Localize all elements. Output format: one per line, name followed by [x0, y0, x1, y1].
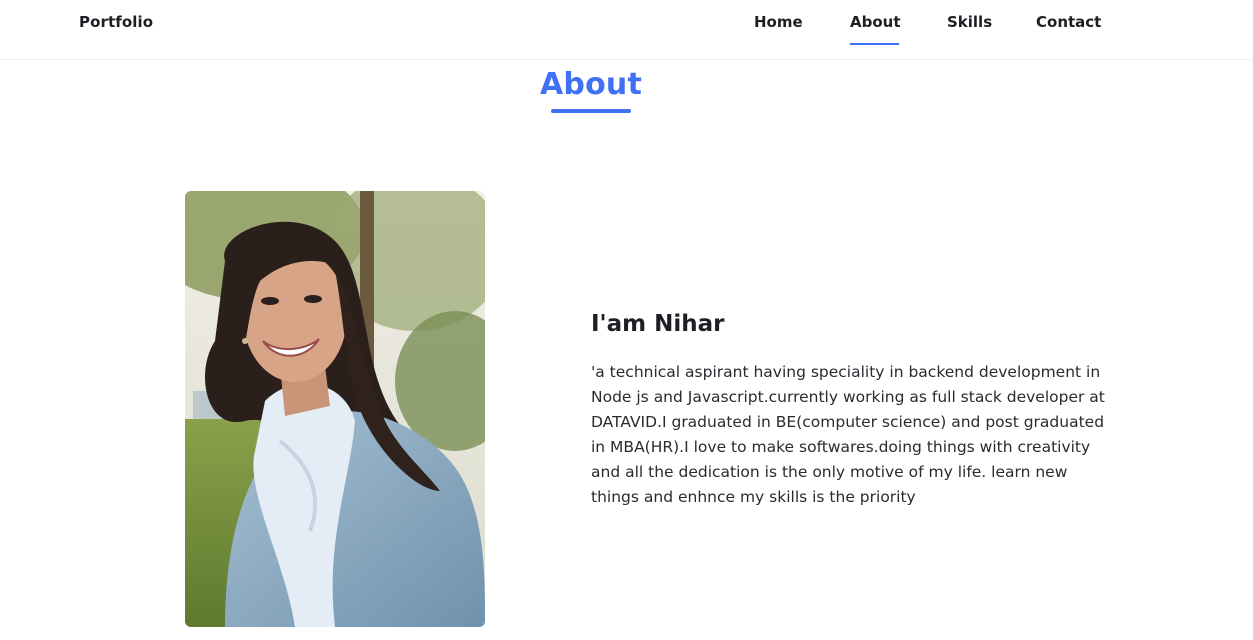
main-nav: Home About Skills Contact: [0, 13, 1253, 53]
profile-bio: 'a technical aspirant having speciality …: [591, 363, 1105, 506]
section-title: About: [539, 67, 642, 102]
profile-photo: [185, 191, 485, 627]
section-title-underline: [551, 109, 631, 113]
profile-name: I'am Nihar: [591, 311, 725, 337]
nav-link-skills[interactable]: Skills: [947, 13, 992, 31]
nav-link-home[interactable]: Home: [754, 13, 803, 31]
nav-link-contact[interactable]: Contact: [1036, 13, 1101, 31]
active-nav-indicator: [850, 43, 899, 45]
site-header: Portfolio Home About Skills Contact: [0, 0, 1253, 60]
nav-link-about[interactable]: About: [850, 13, 901, 31]
